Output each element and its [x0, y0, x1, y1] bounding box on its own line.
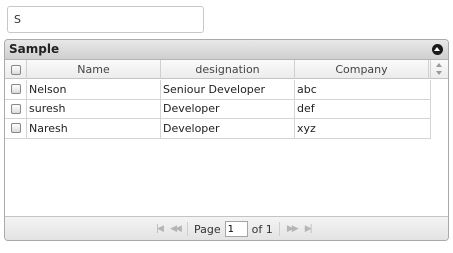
table-row[interactable]: Nelson Seniour Developer abc: [5, 80, 431, 100]
cell-company: xyz: [297, 121, 316, 135]
column-header-name[interactable]: Name: [27, 60, 161, 79]
cell-designation: Seniour Developer: [161, 80, 295, 99]
page-number-input[interactable]: [224, 221, 248, 237]
search-input[interactable]: [7, 6, 204, 33]
select-all-checkbox[interactable]: [10, 64, 21, 75]
select-all-header: [5, 60, 27, 79]
cell-name: suresh: [27, 99, 161, 118]
row-checkbox[interactable]: [10, 84, 21, 95]
prev-page-icon[interactable]: ◀◀: [169, 224, 182, 234]
cell-designation: Developer: [161, 119, 295, 138]
pager-separator: [278, 222, 280, 236]
row-select-cell: [5, 99, 27, 118]
sort-down-icon[interactable]: [436, 71, 442, 75]
next-page-icon[interactable]: ▶▶: [286, 224, 299, 234]
grid-title: Sample: [9, 42, 60, 56]
sort-up-icon[interactable]: [436, 63, 442, 67]
grid-body: Nelson Seniour Developer abc suresh Deve…: [5, 80, 431, 139]
row-select-cell: [5, 80, 27, 99]
table-row[interactable]: suresh Developer def: [5, 99, 431, 119]
pager-separator: [187, 222, 188, 236]
pager: |◀ ◀◀ Page of 1 ▶▶ ▶|: [153, 221, 314, 237]
sort-column: [430, 60, 448, 79]
cell-name: Naresh: [27, 119, 161, 138]
cell-company: abc: [297, 82, 317, 96]
row-checkbox[interactable]: [10, 123, 21, 134]
column-header-company[interactable]: Company: [295, 60, 429, 79]
data-grid: Sample Name designation Company Nelson S…: [4, 39, 449, 241]
pager-bar: |◀ ◀◀ Page of 1 ▶▶ ▶|: [5, 216, 448, 240]
table-row[interactable]: Naresh Developer xyz: [5, 119, 431, 139]
first-page-icon[interactable]: |◀: [153, 224, 165, 234]
page-label: Page: [194, 222, 221, 236]
row-checkbox[interactable]: [10, 103, 21, 114]
cell-designation: Developer: [161, 99, 295, 118]
last-page-icon[interactable]: ▶|: [302, 224, 314, 234]
column-header-designation[interactable]: designation: [161, 60, 295, 79]
cell-name: Nelson: [27, 80, 161, 99]
grid-caption: Sample: [5, 40, 448, 60]
collapse-icon[interactable]: [432, 44, 443, 55]
header-row: Name designation Company: [5, 60, 430, 79]
row-select-cell: [5, 119, 27, 138]
cell-company: def: [297, 102, 315, 116]
page-count-label: of 1: [251, 222, 273, 236]
